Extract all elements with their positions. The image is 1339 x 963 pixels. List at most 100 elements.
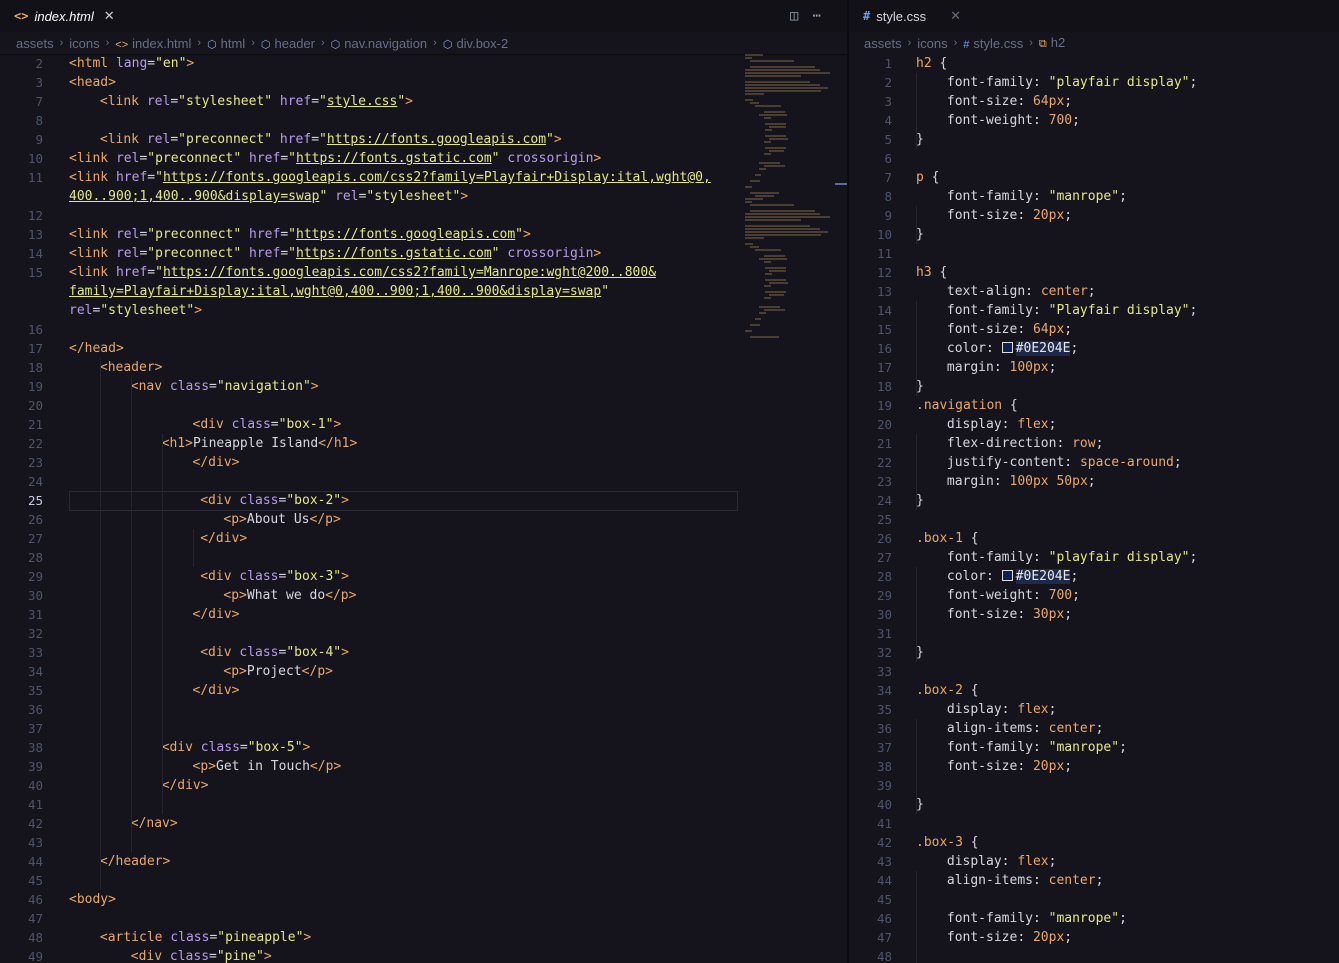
code-line[interactable]: 49 <div class="pine">	[0, 947, 848, 963]
code-line[interactable]: 20	[0, 396, 848, 415]
code-line[interactable]: 29 font-weight: 700;	[849, 586, 1339, 605]
tab-index-html[interactable]: <> index.html ✕	[14, 0, 115, 32]
breadcrumb-item[interactable]: ⧉ h2	[1039, 35, 1065, 51]
code-line[interactable]: 13 text-align: center;	[849, 282, 1339, 301]
code-line[interactable]: 21 flex-direction: row;	[849, 434, 1339, 453]
code-line[interactable]: 24}	[849, 491, 1339, 510]
close-icon[interactable]: ✕	[950, 8, 961, 24]
code-line[interactable]: 18 <header>	[0, 358, 848, 377]
code-line[interactable]: 43	[0, 833, 848, 852]
code-line[interactable]: 37 font-family: "manrope";	[849, 738, 1339, 757]
code-line[interactable]: 44 </header>	[0, 852, 848, 871]
code-line[interactable]: 48	[849, 947, 1339, 963]
code-line[interactable]: 28 color: #0E204E;	[849, 567, 1339, 586]
code-line[interactable]: 45	[0, 871, 848, 890]
code-line[interactable]: 23 </div>	[0, 453, 848, 472]
code-line[interactable]: 40}	[849, 795, 1339, 814]
code-line[interactable]: 14 <link rel="preconnect" href="https://f…	[0, 244, 848, 263]
breadcrumb-item[interactable]: ⬡ html	[207, 36, 245, 51]
code-line[interactable]: 8	[0, 111, 848, 130]
code-line[interactable]: 26 <p>About Us</p>	[0, 510, 848, 529]
breadcrumb-item[interactable]: icons	[917, 36, 947, 51]
code-line[interactable]: 30 font-size: 30px;	[849, 605, 1339, 624]
code-line[interactable]: 41	[849, 814, 1339, 833]
code-line[interactable]: 400..900;1,400..900&display=swap" rel="s…	[0, 187, 848, 206]
code-line[interactable]: rel="stylesheet">	[0, 301, 848, 320]
code-line[interactable]: 45	[849, 890, 1339, 909]
code-line[interactable]: 13 <link rel="preconnect" href="https://f…	[0, 225, 848, 244]
code-line[interactable]: 12	[0, 206, 848, 225]
code-line[interactable]: 6	[849, 149, 1339, 168]
code-line[interactable]: 19 .navigation {	[849, 396, 1339, 415]
code-line[interactable]: 10}	[849, 225, 1339, 244]
breadcrumb-item[interactable]: icons	[69, 36, 99, 51]
split-editor-icon[interactable]: ◫	[790, 8, 798, 24]
code-line[interactable]: 38 font-size: 20px;	[849, 757, 1339, 776]
code-line[interactable]: 32}	[849, 643, 1339, 662]
code-line[interactable]: 9 <link rel="preconnect" href="https://fo…	[0, 130, 848, 149]
code-line[interactable]: 28	[0, 548, 848, 567]
code-line[interactable]: 16	[0, 320, 848, 339]
code-line[interactable]: 21 <div class="box-1">	[0, 415, 848, 434]
scrollbar-marker[interactable]	[835, 183, 847, 185]
code-editor[interactable]: 1 h2 {2 font-family: "playfair display"; 3 f…	[849, 54, 1339, 963]
code-line[interactable]: 1 h2 {	[849, 54, 1339, 73]
code-line[interactable]: 48 <article class="pineapple">	[0, 928, 848, 947]
code-line[interactable]: 37	[0, 719, 848, 738]
color-swatch[interactable]	[1001, 342, 1013, 353]
code-line[interactable]: 47 font-size: 20px;	[849, 928, 1339, 947]
code-line[interactable]: 22 justify-content: space-around;	[849, 453, 1339, 472]
code-line[interactable]: 2 font-family: "playfair display";	[849, 73, 1339, 92]
minimap[interactable]	[745, 54, 835, 354]
breadcrumb-item[interactable]: # style.css	[963, 36, 1023, 51]
code-line[interactable]: 25 <div class="box-2">	[0, 491, 848, 510]
code-line[interactable]: 23 margin: 100px 50px;	[849, 472, 1339, 491]
code-line[interactable]: 36	[0, 700, 848, 719]
code-line[interactable]: 38 <div class="box-5">	[0, 738, 848, 757]
code-line[interactable]: 15 <link href="https://fonts.googleapis.c…	[0, 263, 848, 282]
close-icon[interactable]: ✕	[104, 8, 115, 24]
code-editor[interactable]: 2 <html lang="en"> 3 <head> 7 <link rel="styl…	[0, 54, 848, 963]
code-line[interactable]: 24	[0, 472, 848, 491]
breadcrumb-item[interactable]: ⬡ nav.navigation	[331, 36, 427, 51]
breadcrumb-item[interactable]: assets	[864, 36, 902, 51]
code-line[interactable]: 35 </div>	[0, 681, 848, 700]
code-line[interactable]: 26 .box-1 {	[849, 529, 1339, 548]
code-line[interactable]: 44 align-items: center;	[849, 871, 1339, 890]
code-line[interactable]: 29 <div class="box-3">	[0, 567, 848, 586]
code-line[interactable]: 11 <link href="https://fonts.googleapis.c…	[0, 168, 848, 187]
code-line[interactable]: 39 <p>Get in Touch</p>	[0, 757, 848, 776]
code-line[interactable]: 42 </nav>	[0, 814, 848, 833]
breadcrumb-item[interactable]: ⬡ header	[261, 36, 315, 51]
code-line[interactable]: 35 display: flex;	[849, 700, 1339, 719]
code-line[interactable]: 5}	[849, 130, 1339, 149]
code-line[interactable]: 16 color: #0E204E;	[849, 339, 1339, 358]
code-line[interactable]: family=Playfair+Display:ital,wght@0,400.…	[0, 282, 848, 301]
code-line[interactable]: 20 display: flex;	[849, 415, 1339, 434]
code-line[interactable]: 46 font-family: "manrope";	[849, 909, 1339, 928]
code-line[interactable]: 36 align-items: center;	[849, 719, 1339, 738]
code-line[interactable]: 42 .box-3 {	[849, 833, 1339, 852]
more-actions-icon[interactable]: ⋯	[812, 8, 820, 24]
code-line[interactable]: 33 <div class="box-4">	[0, 643, 848, 662]
code-line[interactable]: 31	[849, 624, 1339, 643]
code-line[interactable]: 11	[849, 244, 1339, 263]
code-line[interactable]: 17 </head>	[0, 339, 848, 358]
code-line[interactable]: 2 <html lang="en">	[0, 54, 848, 73]
code-line[interactable]: 19 <nav class="navigation">	[0, 377, 848, 396]
code-line[interactable]: 27 </div>	[0, 529, 848, 548]
code-line[interactable]: 41	[0, 795, 848, 814]
code-line[interactable]: 18}	[849, 377, 1339, 396]
code-line[interactable]: 12 h3 {	[849, 263, 1339, 282]
breadcrumb-item[interactable]: <> index.html	[115, 36, 191, 51]
code-line[interactable]: 25	[849, 510, 1339, 529]
code-line[interactable]: 43 display: flex;	[849, 852, 1339, 871]
tab-style-css[interactable]: # style.css ✕	[863, 0, 961, 32]
code-line[interactable]: 8 font-family: "manrope";	[849, 187, 1339, 206]
code-line[interactable]: 32	[0, 624, 848, 643]
code-line[interactable]: 27 font-family: "playfair display";	[849, 548, 1339, 567]
code-line[interactable]: 39	[849, 776, 1339, 795]
code-line[interactable]: 31 </div>	[0, 605, 848, 624]
code-line[interactable]: 47	[0, 909, 848, 928]
code-line[interactable]: 33	[849, 662, 1339, 681]
